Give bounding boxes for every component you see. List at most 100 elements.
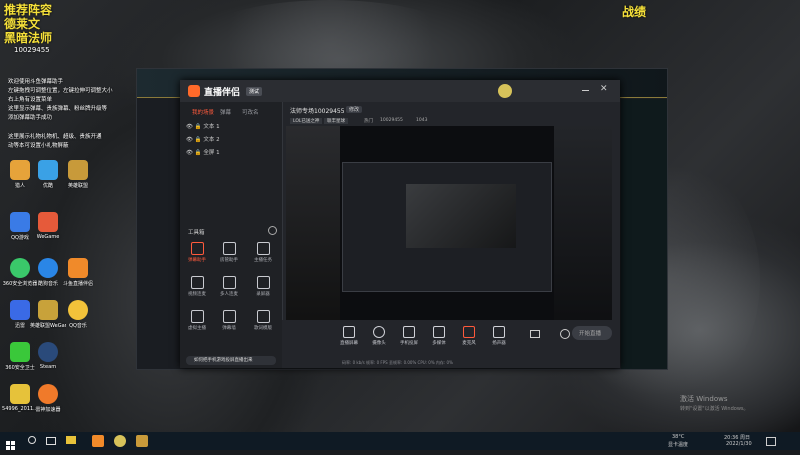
tool-danmaku-wall[interactable]: 弹幕墙 [216,310,242,331]
edit-title-button[interactable]: 修改 [346,106,363,113]
scene-item[interactable]: 👁 🔒 文本 1 [186,122,220,130]
avatar-icon [190,310,204,323]
desktop-icon[interactable]: 斗鱼直播伴侣 [60,258,96,287]
media-icon [433,326,445,338]
tool-label: 弹幕助手 [188,258,206,263]
mic-icon [222,276,236,289]
note-line: 动等本可设置小礼物屏蔽 [8,143,69,149]
scene-label: 全屏 1 [203,150,220,156]
note-line: 这里展示礼物礼物机、超级、贵族开通 [8,134,102,140]
desktop-icon[interactable]: QQ音乐 [60,300,96,329]
tool-danmaku[interactable]: 弹幕助手 [184,242,210,263]
mic-icon [463,326,475,338]
task-view-icon[interactable] [46,437,56,445]
start-button[interactable] [6,436,16,450]
tool-task[interactable]: 主播任务 [250,242,276,263]
test-badge[interactable]: 测试 [246,87,263,96]
windows-taskbar: 38°C 显卡温度 20:36 周日 2022/1/30 [0,432,800,450]
eye-icon[interactable]: 👁 [186,137,193,143]
lock-icon[interactable]: 🔒 [195,124,202,130]
scene-item[interactable]: 👁 🔒 文本 2 [186,135,220,143]
toolbox-settings-icon[interactable] [268,226,277,235]
secondary-tag[interactable]: 联丰星球 [324,118,348,124]
tool-recorder[interactable]: 录屏器 [250,276,276,297]
lock-icon[interactable]: 🔒 [195,150,202,156]
tool-virtual[interactable]: 虚拟主播 [184,310,210,331]
tool-lyrics[interactable]: 歌词模版 [250,310,276,331]
button-label: 手机投屏 [400,341,418,346]
tab-rename[interactable]: 可改名 [242,108,259,116]
file-explorer-icon[interactable] [66,436,76,444]
desktop-icon-label: Steam [39,364,57,370]
preview-right-panel [554,126,612,326]
add-media-button[interactable]: 多媒体 [428,326,450,346]
close-icon[interactable]: ✕ [600,84,608,94]
hunter-icon [10,160,30,180]
lock-icon[interactable]: 🔒 [195,137,202,143]
app-titlebar: 直播伴侣 测试 ✕ [180,80,620,102]
record-icon[interactable] [530,330,540,338]
desktop-icon-label: 斗鱼直播伴侣 [62,281,93,287]
scene-item[interactable]: 👁 🔒 全屏 1 [186,148,220,156]
note-line: 添加弹幕助手成功 [8,115,53,121]
user-avatar[interactable] [498,84,512,98]
button-label: 扬声器 [492,341,506,346]
desktop-icon[interactable]: 英雄联盟 [60,160,96,189]
room-id: 10029455 [14,46,50,54]
steam-icon [38,342,58,362]
add-screen-button[interactable]: 直播屏幕 [338,326,360,346]
speaker-button[interactable]: 扬声器 [488,326,510,346]
microphone-button[interactable]: 麦克风 [458,326,480,346]
360-icon [10,342,30,362]
lol-icon [68,160,88,180]
desktop-icon[interactable]: WeGame [30,212,66,240]
tool-multi-link[interactable]: 多人连麦 [216,276,242,297]
help-banner[interactable]: 如何把手机游戏投屏直播出来 [186,356,276,365]
tool-label: 虚拟主播 [188,326,206,331]
tool-label: 房管助手 [220,258,238,263]
toolbox-title: 工具箱 [188,230,205,236]
tool-label: 视频连麦 [188,292,206,297]
add-phone-button[interactable]: 手机投屏 [398,326,420,346]
taskbar-app-icon[interactable] [136,435,148,447]
taskbar-douyu-icon[interactable] [92,435,104,447]
category-tag[interactable]: LOL已送之神 [290,118,323,124]
stream-preview[interactable] [286,126,612,326]
room-title: 法师专场10029455 [290,108,345,115]
tool-label: 主播任务 [254,258,272,263]
scene-label: 文本 2 [203,137,220,143]
clock-date: 2022/1/30 [726,441,752,447]
start-stream-label: 开始直播 [579,331,602,337]
speaker-icon [493,326,505,338]
tab-danmaku[interactable]: 弹幕 [220,108,231,116]
camera-icon [373,326,385,338]
user-icon [222,242,236,255]
streaming-app-window[interactable]: 直播伴侣 测试 ✕ 我的场景 弹幕 可改名 👁 🔒 文本 1 👁 🔒 文本 2 … [180,80,620,368]
search-icon[interactable] [28,436,36,444]
stream-status: 码率: 0 kb/s 帧率: 0 FPS 丢帧率: 0.00% CPU: 0% … [282,358,620,368]
browser-icon [10,258,30,278]
status-text: 码率: 0 kb/s 帧率: 0 FPS 丢帧率: 0.00% CPU: 0% … [342,360,453,365]
tab-scenes[interactable]: 我的场景 [192,108,214,116]
game-client-sidebar [621,99,667,369]
tool-video-link[interactable]: 视频连麦 [184,276,210,297]
taskbar-lol-icon[interactable] [114,435,126,447]
hot-label: 热门 [364,119,373,124]
desktop-icon[interactable]: 雷神加速器 [30,384,66,413]
notification-icon[interactable] [766,437,776,446]
button-label: 直播屏幕 [340,341,358,346]
record-icon [256,276,270,289]
desktop-icon-label: QQ音乐 [69,323,87,329]
add-camera-button[interactable]: 摄像头 [368,326,390,346]
tool-admin[interactable]: 房管助手 [216,242,242,263]
activation-watermark-title: 激活 Windows [680,395,728,403]
desktop-icon-label: 英雄联盟 [67,183,88,189]
eye-icon[interactable]: 👁 [186,124,193,130]
settings-icon[interactable] [560,329,570,339]
desktop-icon[interactable]: Steam [30,342,66,370]
wegame-icon [38,212,58,232]
desktop-icon-label: WeGame [36,234,60,240]
start-stream-button[interactable]: 开始直播 [572,326,612,340]
minimize-button[interactable] [582,90,589,91]
eye-icon[interactable]: 👁 [186,150,193,156]
